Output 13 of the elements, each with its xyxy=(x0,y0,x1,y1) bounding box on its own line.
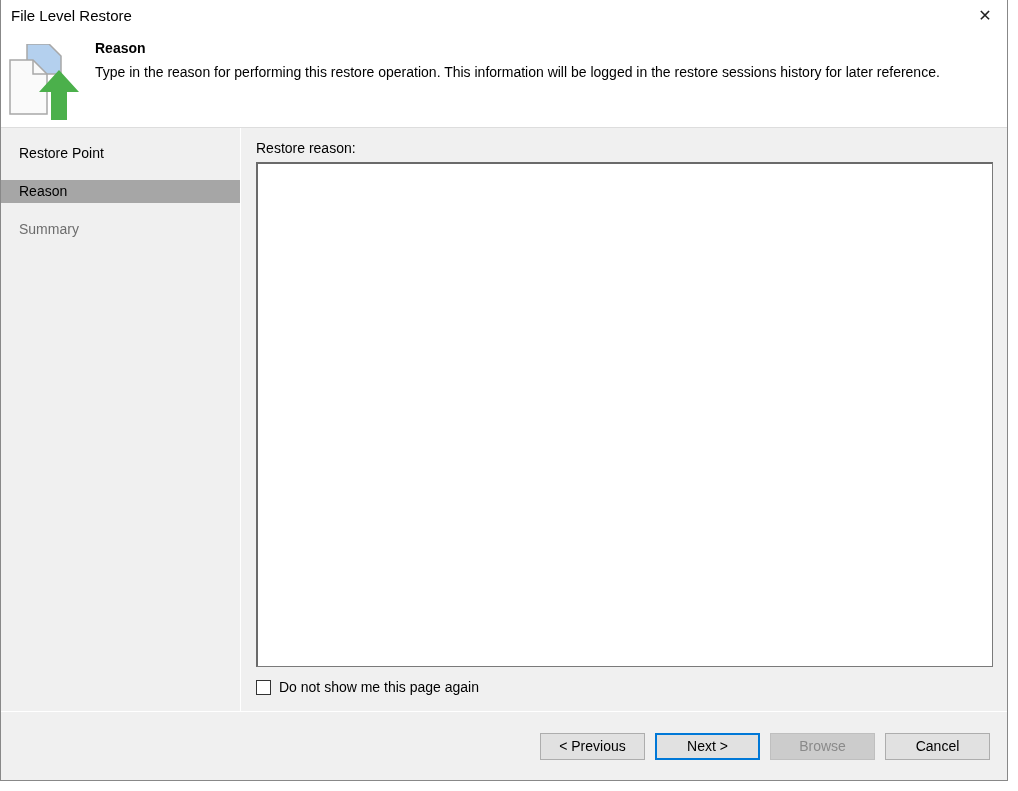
dialog-button[interactable]: Cancel xyxy=(885,732,990,760)
sidebar-item[interactable]: Restore Point xyxy=(1,142,240,165)
file-restore-icon xyxy=(9,44,79,120)
dialog-button[interactable]: Next > xyxy=(655,732,760,760)
window-title: File Level Restore xyxy=(11,6,132,24)
page-description: Type in the reason for performing this restore operation. This information will be logged in the restore sessions history for later reference. xyxy=(95,63,941,82)
sidebar-item[interactable]: Reason xyxy=(1,180,240,203)
page-title: Reason xyxy=(95,40,147,56)
dialog-button[interactable]: < Previous xyxy=(540,732,645,760)
field-label: Restore reason: xyxy=(256,140,357,156)
checkbox[interactable] xyxy=(256,679,271,695)
close-button[interactable]: ✕ xyxy=(965,0,1005,30)
checkbox-label[interactable]: Do not show me this page again xyxy=(279,679,479,695)
